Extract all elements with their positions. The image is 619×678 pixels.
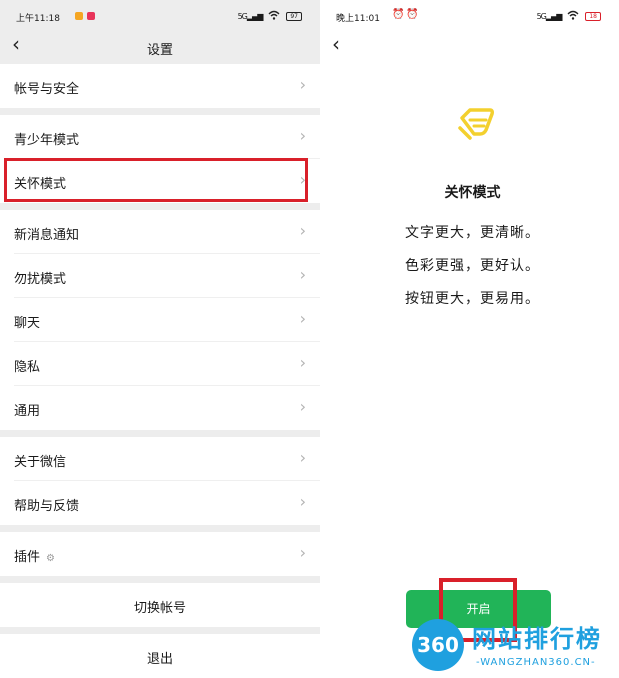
signal-icon: 5G▂▄▆ (237, 12, 264, 21)
settings-screen: 上午11:18 5G▂▄▆ 97 ‹ 设置 帐号与安全 › 青少年模式 › 关怀… (0, 0, 320, 678)
alarm-icon: ⏰ (406, 9, 419, 20)
wifi-icon (567, 10, 579, 23)
settings-item-privacy[interactable]: 隐私 › (0, 342, 320, 386)
wifi-icon (268, 10, 280, 23)
notification-icon (87, 12, 95, 20)
care-hand-icon (456, 106, 496, 142)
battery-icon: 97 (286, 12, 302, 21)
chevron-right-icon: › (299, 543, 306, 562)
watermark-logo: 360 网站排行榜 -WANGZHAN360.CN- (404, 617, 619, 678)
status-time: 晚上11:01 (336, 14, 380, 24)
battery-icon: 18 (585, 12, 601, 21)
chevron-right-icon: › (299, 492, 306, 511)
switch-account-button[interactable]: 切换帐号 (0, 583, 320, 627)
settings-item-general[interactable]: 通用 › (0, 386, 320, 430)
logout-button[interactable]: 退出 (0, 634, 320, 678)
watermark-title: 网站排行榜 (472, 625, 602, 653)
feature-line: 色彩更强，更好认。 (405, 258, 540, 274)
settings-item-label: 帐号与安全 (14, 82, 80, 97)
alarm-icon: ⏰ (392, 9, 405, 20)
settings-item-label: 隐私 (14, 360, 41, 375)
settings-item-label: 通用 (14, 404, 41, 419)
settings-item-label: 关于微信 (14, 455, 67, 470)
back-chevron-icon[interactable]: ‹ (332, 32, 340, 56)
page-title: 设置 (146, 43, 173, 58)
care-mode-title: 关怀模式 (444, 185, 501, 201)
settings-item-plugins[interactable]: 插件 ⚙ › (0, 532, 320, 576)
settings-item-chat[interactable]: 聊天 › (0, 298, 320, 342)
watermark-subtitle: -WANGZHAN360.CN- (476, 657, 596, 668)
settings-item-label: 聊天 (14, 316, 41, 331)
nav-bar: ‹ (326, 30, 619, 64)
feature-line: 按钮更大，更易用。 (405, 291, 540, 307)
settings-item-new-message-notification[interactable]: 新消息通知 › (0, 210, 320, 254)
feature-line: 文字更大，更清晰。 (405, 225, 540, 241)
chevron-right-icon: › (299, 126, 306, 145)
logout-label: 退出 (146, 652, 173, 667)
settings-item-youth-mode[interactable]: 青少年模式 › (0, 115, 320, 159)
settings-item-label: 勿扰模式 (14, 272, 67, 287)
settings-item-do-not-disturb[interactable]: 勿扰模式 › (0, 254, 320, 298)
chevron-right-icon: › (299, 265, 306, 284)
chevron-right-icon: › (299, 353, 306, 372)
care-mode-screen: 晚上11:01 ⏰ ⏰ 5G▂▄▆ 18 ‹ 关怀模式 文字更大，更清晰。 色彩… (326, 0, 619, 678)
watermark-circle: 360 (412, 619, 464, 671)
settings-item-account-security[interactable]: 帐号与安全 › (0, 64, 320, 108)
settings-item-help-feedback[interactable]: 帮助与反馈 › (0, 481, 320, 525)
status-bar: 上午11:18 5G▂▄▆ 97 (0, 0, 320, 30)
switch-account-label: 切换帐号 (133, 601, 186, 616)
settings-item-label: 插件 ⚙ (14, 550, 55, 565)
settings-item-about-wechat[interactable]: 关于微信 › (0, 437, 320, 481)
chevron-right-icon: › (299, 221, 306, 240)
signal-icon: 5G▂▄▆ (536, 12, 563, 21)
settings-item-label: 帮助与反馈 (14, 499, 80, 514)
notification-icon (75, 12, 83, 20)
nav-bar: ‹ 设置 (0, 30, 320, 64)
chevron-right-icon: › (299, 75, 306, 94)
status-bar: 晚上11:01 ⏰ ⏰ 5G▂▄▆ 18 (326, 0, 619, 30)
chevron-right-icon: › (299, 397, 306, 416)
settings-item-label: 青少年模式 (14, 133, 80, 148)
status-time: 上午11:18 (16, 14, 60, 24)
chevron-right-icon: › (299, 448, 306, 467)
annotation-highlight-box (4, 158, 308, 202)
settings-item-label: 新消息通知 (14, 228, 80, 243)
chevron-right-icon: › (299, 309, 306, 328)
gear-icon: ⚙ (46, 553, 55, 564)
